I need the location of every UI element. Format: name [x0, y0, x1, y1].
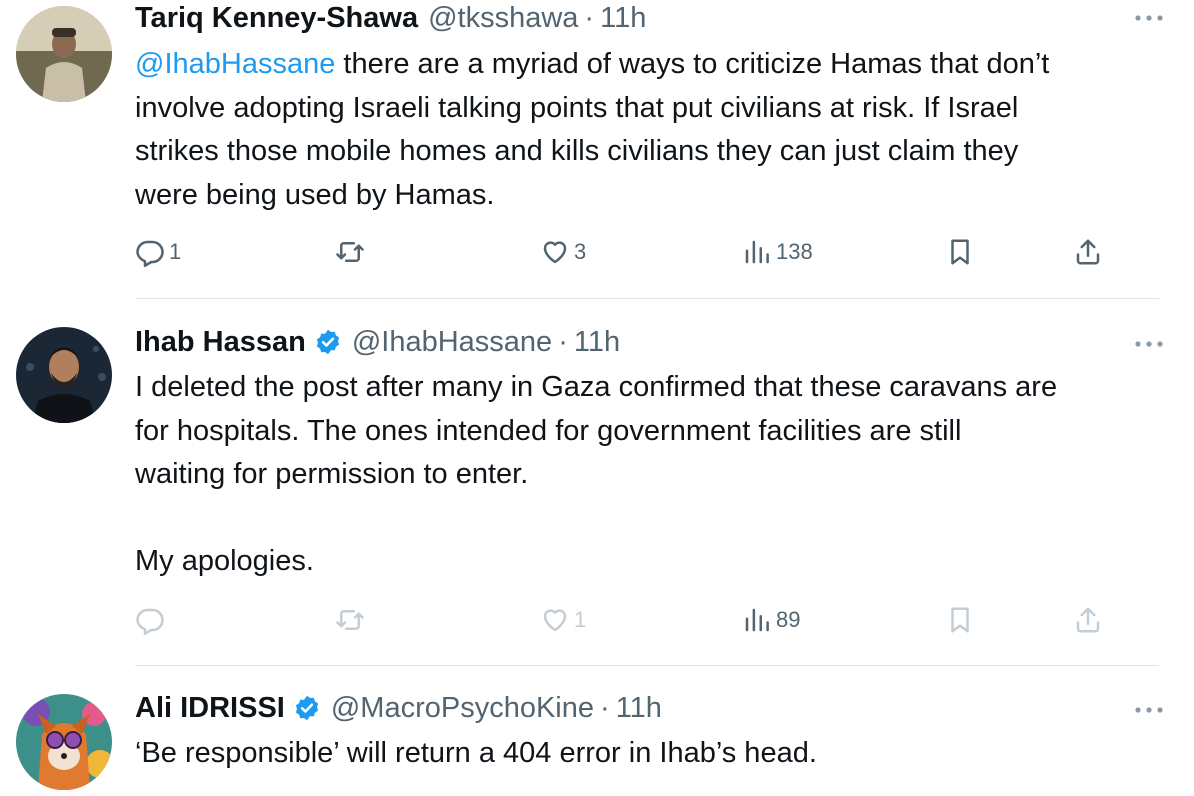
author-handle[interactable]: @MacroPsychoKine: [331, 690, 594, 726]
separator-dot: ·: [584, 2, 595, 34]
share-icon: [1076, 607, 1100, 633]
bookmark-button[interactable]: [945, 602, 975, 638]
share-button[interactable]: [1073, 602, 1103, 638]
share-icon: [1076, 239, 1100, 265]
bookmark-button[interactable]: [945, 234, 975, 270]
avatar-image: [16, 327, 112, 423]
reply-icon: [136, 240, 164, 267]
author-name[interactable]: Ali IDRISSI: [135, 690, 285, 726]
tweet-text-line: there are a myriad of ways to criticize …: [335, 48, 1050, 80]
timestamp[interactable]: 11h: [574, 324, 620, 360]
like-button[interactable]: 1: [540, 602, 586, 638]
like-count: 1: [574, 607, 587, 632]
tweet-text-line: involve adopting Israeli talking points …: [135, 91, 1019, 124]
views-icon: [745, 240, 769, 264]
action-bar: 1 3 138: [135, 234, 1135, 270]
tweet-text-line: strikes those mobile homes and kills civ…: [135, 135, 1019, 167]
verified-badge-icon: [293, 694, 321, 722]
reply-button[interactable]: [135, 602, 169, 638]
bookmark-icon: [951, 607, 969, 633]
views-button[interactable]: 89: [742, 602, 800, 638]
action-bar: 1 89: [135, 602, 1135, 638]
bookmark-icon: [951, 239, 969, 265]
author-name[interactable]: Tariq Kenney-Shawa: [135, 0, 418, 36]
avatar-image: [16, 6, 112, 102]
tweet-text-line: ‘Be responsible’ will return a 404 error…: [135, 737, 817, 769]
more-options-icon[interactable]: [1134, 8, 1164, 28]
repost-button[interactable]: [335, 234, 369, 270]
more-options-icon[interactable]: [1134, 700, 1164, 720]
repost-icon: [336, 242, 364, 262]
share-button[interactable]: [1073, 234, 1103, 270]
more-options-icon[interactable]: [1134, 334, 1164, 354]
tweet-text: @IhabHassane there are a myriad of ways …: [135, 43, 1175, 217]
tweet-divider: [135, 298, 1159, 299]
author-handle[interactable]: @tksshawa: [428, 0, 578, 36]
avatar[interactable]: [16, 6, 112, 102]
tweet-text-line: waiting for permission to enter.: [135, 458, 529, 490]
author-name[interactable]: Ihab Hassan: [135, 324, 306, 360]
timestamp[interactable]: 11h: [600, 0, 646, 36]
separator-dot: ·: [600, 692, 610, 724]
tweet-text: ‘Be responsible’ will return a 404 error…: [135, 732, 1175, 776]
reply-button[interactable]: 1: [135, 234, 181, 270]
tweet-text-line: I deleted the post after many in Gaza co…: [135, 371, 1058, 403]
tweet-text-line: for hospitals. The ones intended for gov…: [135, 414, 962, 447]
views-button[interactable]: 138: [742, 234, 813, 270]
repost-button[interactable]: [335, 602, 369, 638]
views-icon: [745, 608, 769, 632]
views-count: 89: [776, 607, 801, 632]
views-count: 138: [776, 239, 813, 264]
tweet-text-line: My apologies.: [135, 545, 314, 577]
like-button[interactable]: 3: [540, 234, 586, 270]
reply-icon: [136, 608, 164, 635]
verified-badge-icon: [314, 328, 342, 356]
author-handle[interactable]: @IhabHassane: [352, 324, 552, 360]
tweet-text: I deleted the post after many in Gaza co…: [135, 366, 1175, 584]
avatar-image: [16, 694, 112, 790]
timestamp[interactable]: 11h: [616, 690, 662, 726]
avatar[interactable]: [16, 327, 112, 423]
heart-icon: [543, 609, 567, 632]
tweet-divider: [135, 665, 1159, 666]
like-count: 3: [574, 239, 587, 264]
separator-dot: ·: [558, 326, 568, 358]
repost-icon: [336, 610, 364, 630]
tweet-text-line: were being used by Hamas.: [135, 178, 495, 211]
avatar[interactable]: [16, 694, 112, 790]
heart-icon: [543, 241, 567, 264]
reply-count: 1: [169, 239, 182, 264]
mention-link[interactable]: @IhabHassane: [135, 48, 335, 80]
